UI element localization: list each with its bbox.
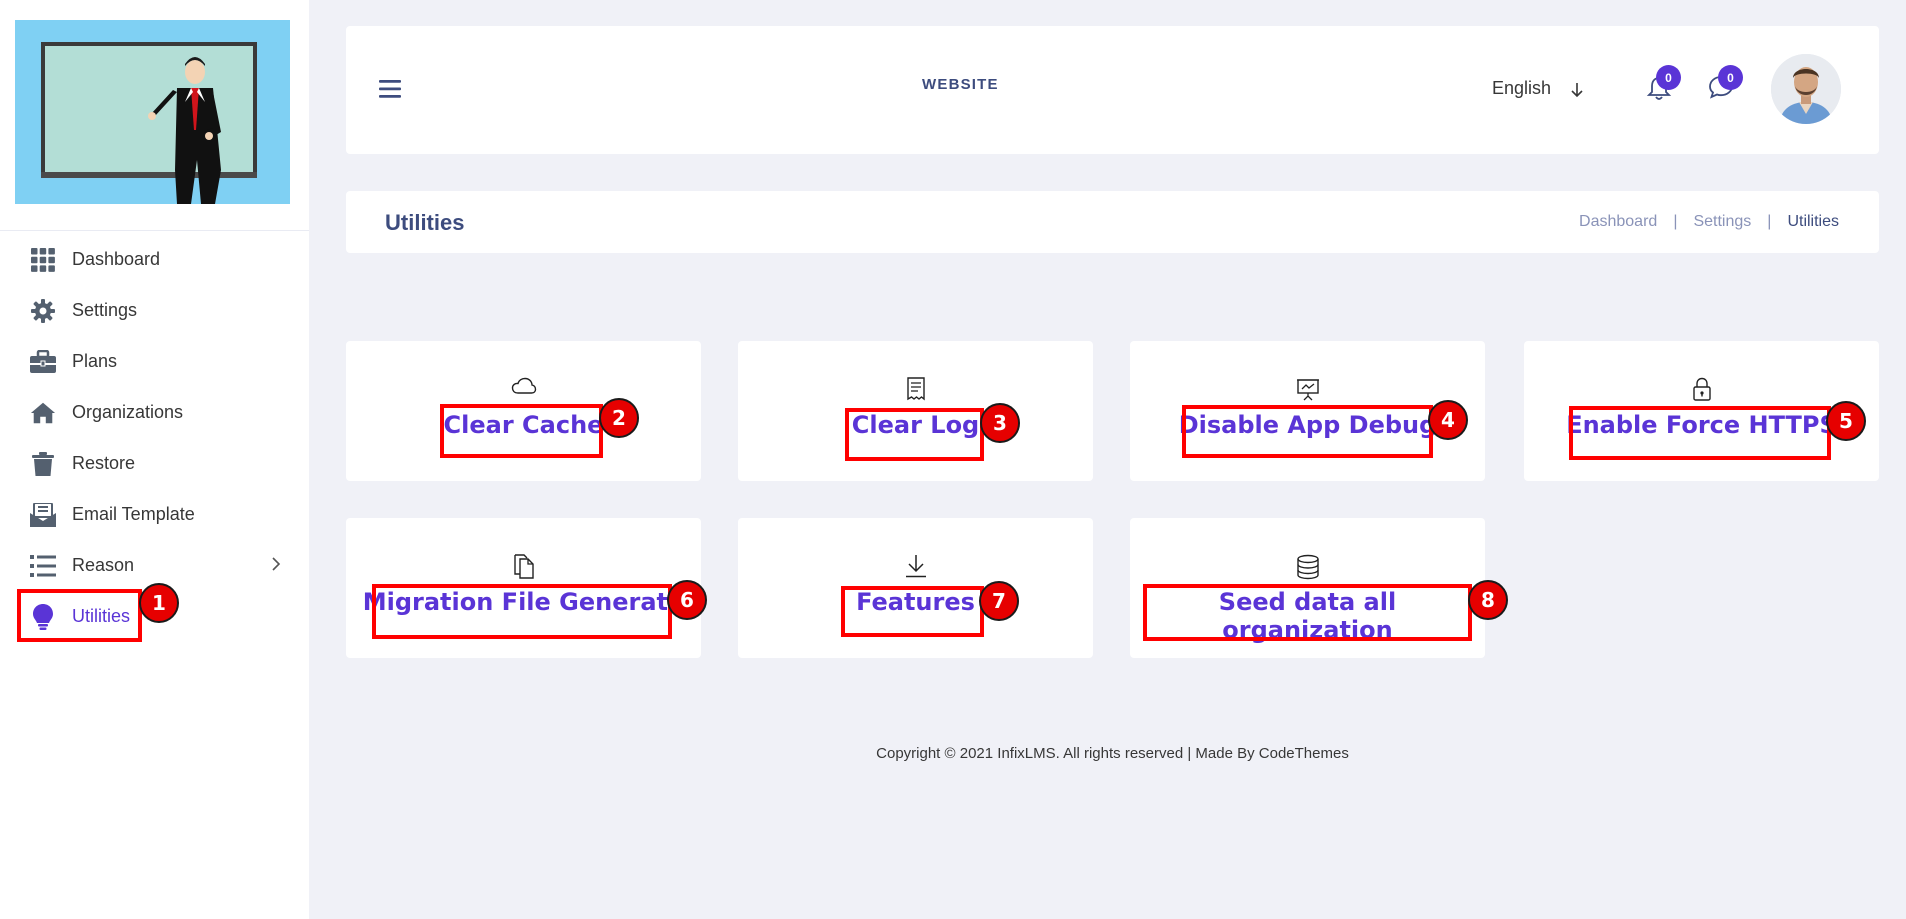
sidebar-divider [0, 230, 309, 231]
breadcrumb-separator: | [1767, 213, 1772, 230]
annotation-box-6 [372, 584, 672, 639]
annotation-badge-7: 7 [979, 581, 1019, 621]
annotation-box-7 [841, 586, 984, 637]
annotation-badge-4: 4 [1428, 400, 1468, 440]
sidebar-nav: Dashboard Settings Plans Organizations R… [0, 234, 309, 642]
sidebar-item-settings[interactable]: Settings [0, 285, 309, 336]
database-icon [1296, 554, 1320, 585]
annotation-badge-3: 3 [980, 403, 1020, 443]
annotation-badge-6: 6 [667, 580, 707, 620]
annotation-badge-1: 1 [139, 583, 179, 623]
annotation-badge-8: 8 [1468, 580, 1508, 620]
annotation-box-2 [440, 404, 603, 458]
language-selector[interactable]: English [1492, 78, 1551, 99]
annotation-badge-2: 2 [599, 398, 639, 438]
download-icon [905, 554, 927, 583]
lock-icon [1692, 377, 1712, 406]
trash-icon [30, 451, 56, 477]
breadcrumb-separator: | [1673, 213, 1678, 230]
messages-button[interactable]: 0 [1708, 65, 1743, 105]
breadcrumb-settings[interactable]: Settings [1693, 213, 1751, 231]
footer-copyright: Copyright © 2021 InfixLMS. All rights re… [876, 745, 1349, 762]
user-avatar[interactable] [1771, 54, 1841, 124]
breadcrumb: Dashboard | Settings | Utilities [1579, 213, 1839, 231]
gear-icon [30, 298, 56, 324]
notification-button[interactable]: 0 [1646, 65, 1681, 107]
message-count-badge: 0 [1718, 65, 1743, 90]
top-header: WEBSITE English 0 0 [346, 26, 1879, 154]
receipt-icon [906, 377, 926, 406]
sidebar-item-plans[interactable]: Plans [0, 336, 309, 387]
home-icon [30, 400, 56, 426]
arrow-down-icon[interactable] [1570, 82, 1584, 103]
list-icon [30, 553, 56, 579]
page-title: Utilities [385, 210, 465, 235]
sidebar-item-label: Dashboard [72, 249, 161, 269]
sidebar-item-label: Settings [72, 300, 138, 320]
presentation-icon [1296, 377, 1320, 406]
breadcrumb-dashboard[interactable]: Dashboard [1579, 213, 1657, 231]
sidebar-item-email-template[interactable]: Email Template [0, 489, 309, 540]
sidebar-item-label: Plans [72, 351, 118, 371]
sidebar: Dashboard Settings Plans Organizations R… [0, 0, 309, 919]
website-link[interactable]: WEBSITE [922, 76, 999, 93]
annotation-badge-5: 5 [1826, 401, 1866, 441]
annotation-box-8 [1143, 584, 1472, 641]
annotation-box-4 [1182, 405, 1433, 458]
annotation-box-3 [845, 408, 984, 461]
sidebar-item-organizations[interactable]: Organizations [0, 387, 309, 438]
copy-file-icon [512, 554, 536, 585]
sidebar-item-label: Reason [72, 555, 135, 575]
sidebar-item-dashboard[interactable]: Dashboard [0, 234, 309, 285]
page-header: Utilities Dashboard | Settings | Utiliti… [346, 191, 1879, 253]
sidebar-item-label: Email Template [72, 504, 195, 524]
envelope-icon [30, 502, 56, 528]
notification-count-badge: 0 [1656, 65, 1681, 90]
sidebar-item-restore[interactable]: Restore [0, 438, 309, 489]
logo-illustration[interactable] [15, 20, 290, 204]
menu-toggle-icon[interactable] [379, 80, 401, 103]
breadcrumb-current: Utilities [1787, 213, 1839, 230]
grid-icon [30, 247, 56, 273]
sidebar-item-label: Restore [72, 453, 136, 473]
annotation-box-5 [1569, 406, 1831, 460]
briefcase-icon [30, 349, 56, 375]
annotation-box-1 [17, 589, 142, 642]
sidebar-item-label: Organizations [72, 402, 184, 422]
teacher-board-illustration [41, 42, 257, 204]
chevron-right-icon [271, 557, 281, 576]
cloud-icon [511, 377, 537, 400]
